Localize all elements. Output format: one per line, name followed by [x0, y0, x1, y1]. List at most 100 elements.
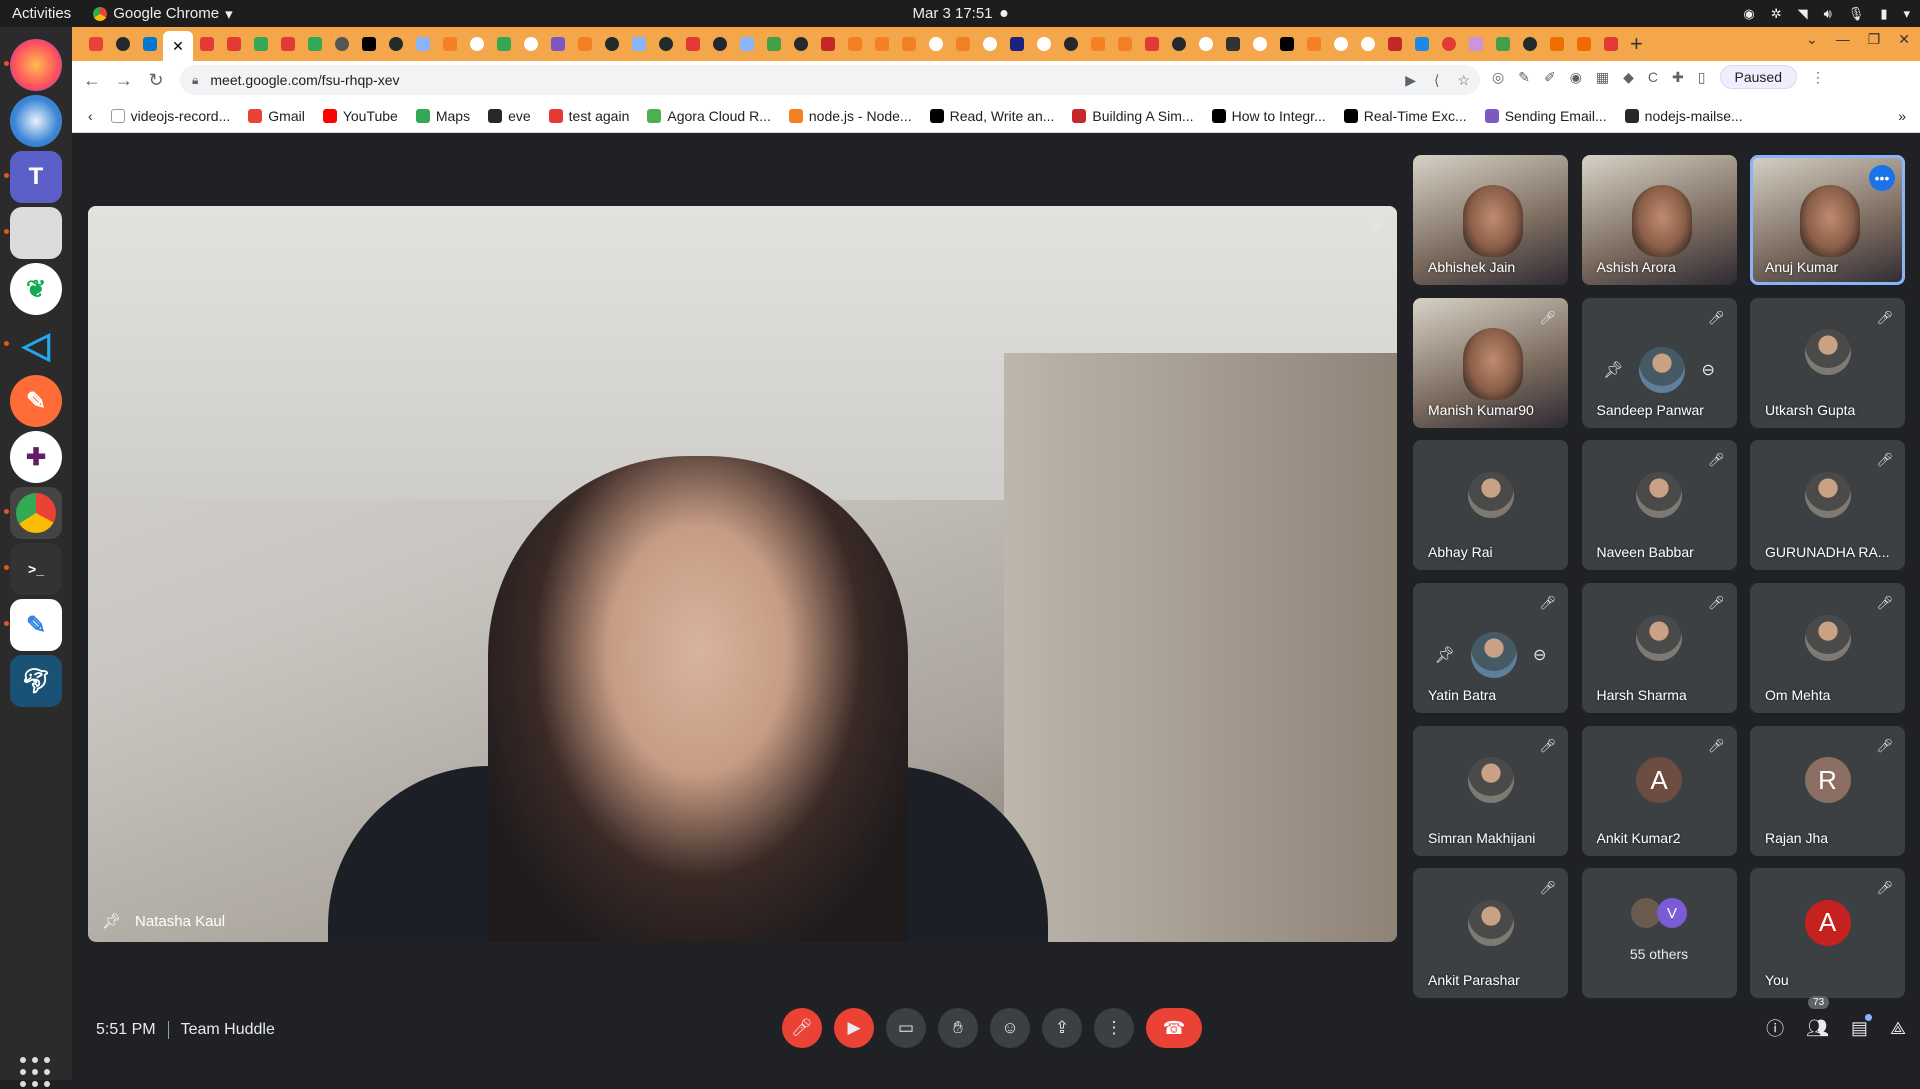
postman-icon[interactable]: ✎	[10, 375, 62, 427]
tab-outlook[interactable]	[136, 33, 163, 55]
tab-site[interactable]	[1408, 33, 1435, 55]
tab-google[interactable]	[976, 33, 1003, 55]
tab-github[interactable]	[1165, 33, 1192, 55]
people-button[interactable]: 73 👥︎	[1806, 995, 1830, 1039]
participant-tile[interactable]: 🎤︎ Harsh Sharma	[1581, 583, 1737, 714]
tab-github[interactable]	[598, 33, 625, 55]
activities-button[interactable]: Activities	[0, 5, 83, 22]
participant-tile[interactable]: 📌︎ ⊖ 🎤︎ Sandeep Panwar	[1581, 297, 1737, 428]
present-button[interactable]: ⇪	[1042, 1008, 1082, 1048]
firefox-icon[interactable]	[4, 39, 62, 91]
minimize-icon[interactable]: —	[1836, 31, 1850, 48]
tab-google[interactable]	[463, 33, 490, 55]
tab-stackoverflow[interactable]	[571, 33, 598, 55]
participant-tile[interactable]: Abhishek Jain	[1413, 155, 1568, 285]
slack-icon[interactable]: ✚	[10, 431, 62, 483]
mongodb-compass-icon[interactable]: ❦	[10, 263, 62, 315]
tab-github[interactable]	[109, 33, 136, 55]
pin-icon[interactable]: 📌︎	[102, 912, 121, 930]
bookmarks-overflow-icon[interactable]: »	[1898, 108, 1906, 124]
lock-icon[interactable]: 🔒︎	[192, 73, 198, 88]
vscode-icon[interactable]: ◁	[4, 319, 62, 371]
profile-paused-button[interactable]: Paused	[1719, 65, 1797, 89]
participant-tile[interactable]: 🎤︎ GURUNADHA RA...	[1750, 440, 1906, 571]
captions-button[interactable]: ▭	[886, 1008, 926, 1048]
extension-icon[interactable]: C	[1648, 69, 1658, 85]
bookmark-item[interactable]: node.js - Node...	[788, 108, 912, 124]
tab-site[interactable]	[814, 33, 841, 55]
tab-agora[interactable]	[220, 33, 247, 55]
pin-icon[interactable]: 📌︎	[1603, 360, 1623, 380]
participant-tile[interactable]: 🎤︎ Utkarsh Gupta	[1750, 297, 1906, 428]
tab-github[interactable]	[652, 33, 679, 55]
tab-github[interactable]	[1516, 33, 1543, 55]
tab-stackoverflow[interactable]	[949, 33, 976, 55]
new-tab-button[interactable]: +	[1630, 31, 1643, 57]
tab-stackoverflow[interactable]	[895, 33, 922, 55]
tab-site[interactable]	[625, 33, 652, 55]
url-text[interactable]: meet.google.com/fsu-rhqp-xev	[210, 72, 399, 88]
camera-icon[interactable]: ▶	[1405, 72, 1416, 89]
tab-agora[interactable]	[679, 33, 706, 55]
tab-stackoverflow[interactable]	[841, 33, 868, 55]
tab-site[interactable]	[733, 33, 760, 55]
bookmark-item[interactable]: Building A Sim...	[1072, 108, 1194, 124]
terminal-icon[interactable]: >_	[4, 543, 62, 595]
participant-tile[interactable]: 🎤︎ Naveen Babbar	[1581, 440, 1737, 571]
bookmark-item[interactable]: Read, Write an...	[929, 108, 1054, 124]
remove-icon[interactable]: ⊖	[1533, 645, 1546, 665]
close-icon[interactable]: ✕	[172, 38, 184, 55]
show-applications-icon[interactable]	[20, 1057, 52, 1089]
tab-google[interactable]	[922, 33, 949, 55]
tab-agora[interactable]	[1138, 33, 1165, 55]
bookmark-item[interactable]: Real-Time Exc...	[1343, 108, 1467, 124]
tab-site[interactable]	[490, 33, 517, 55]
tab-site[interactable]	[328, 33, 355, 55]
chat-button[interactable]: ▤	[1851, 1013, 1872, 1039]
tab-google[interactable]	[1192, 33, 1219, 55]
tab-google[interactable]	[1354, 33, 1381, 55]
mysql-workbench-icon[interactable]: 🐬︎	[10, 655, 62, 707]
tab-google[interactable]	[1246, 33, 1273, 55]
puzzle-icon[interactable]: ✚	[1672, 69, 1684, 86]
participant-tile[interactable]: 🎤︎ Simran Makhijani	[1413, 725, 1568, 856]
meeting-name[interactable]: Team Huddle	[181, 1021, 275, 1039]
eyedropper-extension-icon[interactable]: ✐	[1544, 69, 1556, 86]
raise-hand-button[interactable]: ✋︎	[938, 1008, 978, 1048]
bookmark-item[interactable]: nodejs-mailse...	[1624, 108, 1743, 124]
bookmark-item[interactable]: Gmail	[248, 108, 305, 124]
tab-google[interactable]	[1327, 33, 1354, 55]
extension-icon[interactable]: ◆	[1623, 69, 1634, 86]
participant-tile[interactable]: Abhay Rai	[1413, 440, 1568, 571]
tab-site[interactable]	[1570, 33, 1597, 55]
mic-off-button[interactable]: 🎤︎	[782, 1008, 822, 1048]
tab-site[interactable]	[1489, 33, 1516, 55]
tab-site[interactable]	[1462, 33, 1489, 55]
tab-site[interactable]	[1543, 33, 1570, 55]
tab-stackoverflow[interactable]	[1111, 33, 1138, 55]
tab-site[interactable]	[1219, 33, 1246, 55]
restore-icon[interactable]: ❐	[1868, 31, 1881, 48]
bookmark-item[interactable]: YouTube	[322, 108, 398, 124]
screenshot-extension-icon[interactable]: ◎	[1492, 69, 1504, 86]
more-options-button[interactable]: ⋮	[1094, 1008, 1134, 1048]
tab-site[interactable]	[1435, 33, 1462, 55]
tab-google[interactable]	[517, 33, 544, 55]
thunderbird-icon[interactable]	[10, 95, 62, 147]
tab-site[interactable]	[544, 33, 571, 55]
tab-site[interactable]	[760, 33, 787, 55]
participant-tile[interactable]: V 55 others	[1581, 868, 1737, 999]
chrome-icon[interactable]	[4, 487, 62, 539]
participant-tile[interactable]: R 🎤︎ Rajan Jha	[1750, 725, 1906, 856]
forward-icon[interactable]: →	[108, 64, 140, 96]
tab-medium[interactable]	[1273, 33, 1300, 55]
bookmark-item[interactable]: eve	[488, 108, 531, 124]
side-panel-icon[interactable]: ▯	[1698, 69, 1706, 86]
back-icon[interactable]: ←	[76, 64, 108, 96]
tab-agora[interactable]	[193, 33, 220, 55]
system-tray[interactable]: ◉ ✲ ◥ 🔊︎ 🎙︎ ▮ ▾	[1743, 6, 1910, 22]
tab-meet-active[interactable]: ✕	[163, 31, 193, 61]
bookmark-item[interactable]: test again	[548, 108, 629, 124]
chevron-left-icon[interactable]: ‹	[88, 108, 93, 124]
tab-search-icon[interactable]: ⌄	[1806, 31, 1818, 48]
